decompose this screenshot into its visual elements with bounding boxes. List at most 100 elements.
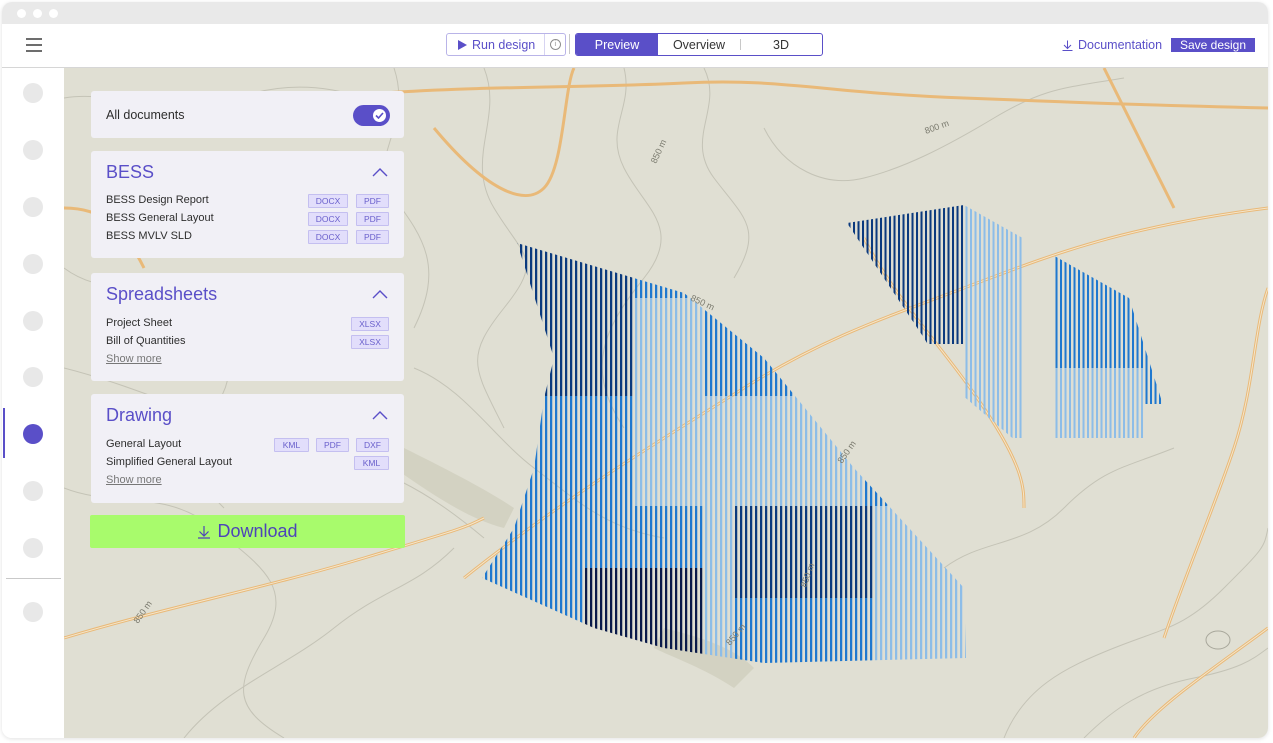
pv-row-segment	[535, 396, 538, 663]
documentation-link[interactable]: Documentation	[1062, 38, 1162, 52]
pv-row-segment	[755, 506, 758, 598]
pv-row-segment	[680, 506, 683, 568]
pv-row-segment	[660, 298, 663, 506]
chevron-up-icon[interactable]	[372, 410, 388, 420]
pv-row-segment	[893, 205, 896, 344]
all-documents-card: All documents	[91, 91, 404, 138]
download-arrow-icon	[1062, 40, 1073, 51]
pv-row-segment	[835, 598, 838, 663]
tab-overview[interactable]: Overview	[658, 34, 740, 55]
format-badge-docx[interactable]: DOCX	[308, 230, 348, 244]
sidebar-item-7-active[interactable]	[23, 424, 43, 444]
format-badge-pdf[interactable]: PDF	[356, 194, 389, 208]
format-badge-pdf[interactable]: PDF	[316, 438, 349, 452]
tab-3d[interactable]: 3D	[740, 34, 822, 55]
format-badge-pdf[interactable]: PDF	[356, 212, 389, 226]
save-design-button[interactable]: Save design	[1171, 38, 1255, 52]
pv-row-segment	[635, 243, 638, 298]
pv-row-segment	[1136, 205, 1139, 368]
view-switcher: Preview Overview 3D	[575, 33, 823, 56]
sidebar-item-8[interactable]	[23, 481, 43, 501]
format-badge-docx[interactable]: DOCX	[308, 194, 348, 208]
show-more-link[interactable]: Show more	[106, 474, 162, 486]
pv-row-segment	[950, 243, 953, 506]
pv-row-segment	[952, 205, 955, 344]
show-more-link[interactable]: Show more	[106, 353, 162, 365]
pv-row-segment	[745, 396, 748, 506]
chevron-up-icon[interactable]	[372, 289, 388, 299]
sidebar-item-2[interactable]	[23, 140, 43, 160]
tab-preview[interactable]: Preview	[576, 34, 658, 55]
download-button[interactable]: Download	[90, 515, 405, 548]
pv-row-segment	[800, 396, 803, 506]
pv-row-segment	[580, 396, 583, 663]
info-button[interactable]: i	[545, 34, 565, 55]
tab-preview-label: Preview	[594, 37, 640, 52]
pv-row-segment	[725, 243, 728, 396]
pv-row-segment	[780, 243, 783, 396]
pv-row-segment	[690, 506, 693, 568]
pv-row-segment	[670, 298, 673, 506]
menu-icon[interactable]	[26, 38, 42, 52]
format-badge-pdf[interactable]: PDF	[356, 230, 389, 244]
format-badge-xlsx[interactable]: XLSX	[351, 317, 389, 331]
pv-row-segment	[570, 396, 573, 663]
pv-row-segment	[760, 598, 763, 663]
window-dot-close[interactable]	[17, 9, 26, 18]
document-row: Simplified General Layout KML	[106, 455, 389, 471]
pv-row-segment	[590, 243, 593, 396]
pv-row-segment	[720, 243, 723, 396]
window-dot-maximize[interactable]	[49, 9, 58, 18]
sidebar-item-6[interactable]	[23, 367, 43, 387]
pv-row-segment	[853, 205, 856, 344]
pv-row-segment	[902, 205, 905, 344]
sidebar-item-3[interactable]	[23, 197, 43, 217]
pv-row-segment	[695, 243, 698, 298]
pv-row-segment	[1069, 368, 1072, 438]
pv-row-segment	[1114, 368, 1117, 438]
pv-row-segment	[585, 396, 588, 568]
pv-row-segment	[795, 396, 798, 506]
sidebar-item-1[interactable]	[23, 83, 43, 103]
pv-row-segment	[845, 243, 848, 396]
run-design-button[interactable]: Run design	[447, 34, 546, 55]
document-name: General Layout	[106, 438, 182, 450]
pv-row-segment	[810, 506, 813, 598]
sidebar-item-9[interactable]	[23, 538, 43, 558]
all-documents-toggle[interactable]	[353, 105, 390, 126]
pv-row-segment	[935, 506, 938, 663]
pv-row-segment	[940, 506, 943, 663]
format-badge-docx[interactable]: DOCX	[308, 212, 348, 226]
active-nav-indicator	[3, 408, 5, 458]
format-badge-kml[interactable]: KML	[274, 438, 309, 452]
section-title: BESS	[106, 162, 155, 182]
chevron-up-icon[interactable]	[372, 167, 388, 177]
pv-row-segment	[860, 506, 863, 598]
pv-row-segment	[660, 568, 663, 663]
pv-row-segment	[785, 598, 788, 663]
pv-row-segment	[945, 506, 948, 663]
window-dot-minimize[interactable]	[33, 9, 42, 18]
pv-row-segment	[710, 396, 713, 663]
pv-row-segment	[795, 506, 798, 598]
tab-3d-label: 3D	[773, 37, 789, 52]
toolbar-divider	[569, 34, 570, 54]
format-badge-kml[interactable]: KML	[354, 456, 389, 470]
format-badge-xlsx[interactable]: XLSX	[351, 335, 389, 349]
sidebar-item-10[interactable]	[23, 602, 43, 622]
pv-row-segment	[695, 506, 698, 568]
document-row: BESS MVLV SLD DOCX PDF	[106, 229, 389, 245]
pv-row-segment	[700, 298, 703, 506]
pv-row-segment	[810, 598, 813, 663]
pv-row-segment	[745, 598, 748, 663]
document-name: BESS MVLV SLD	[106, 230, 192, 242]
pv-row-segment	[934, 205, 937, 344]
sidebar-item-4[interactable]	[23, 254, 43, 274]
pv-row-segment	[580, 243, 583, 396]
pv-row-segment	[795, 598, 798, 663]
sidebar-item-5[interactable]	[23, 311, 43, 331]
format-badge-dxf[interactable]: DXF	[356, 438, 389, 452]
pv-row-segment	[907, 205, 910, 344]
pv-row-segment	[595, 243, 598, 396]
pv-row-segment	[1015, 205, 1018, 438]
